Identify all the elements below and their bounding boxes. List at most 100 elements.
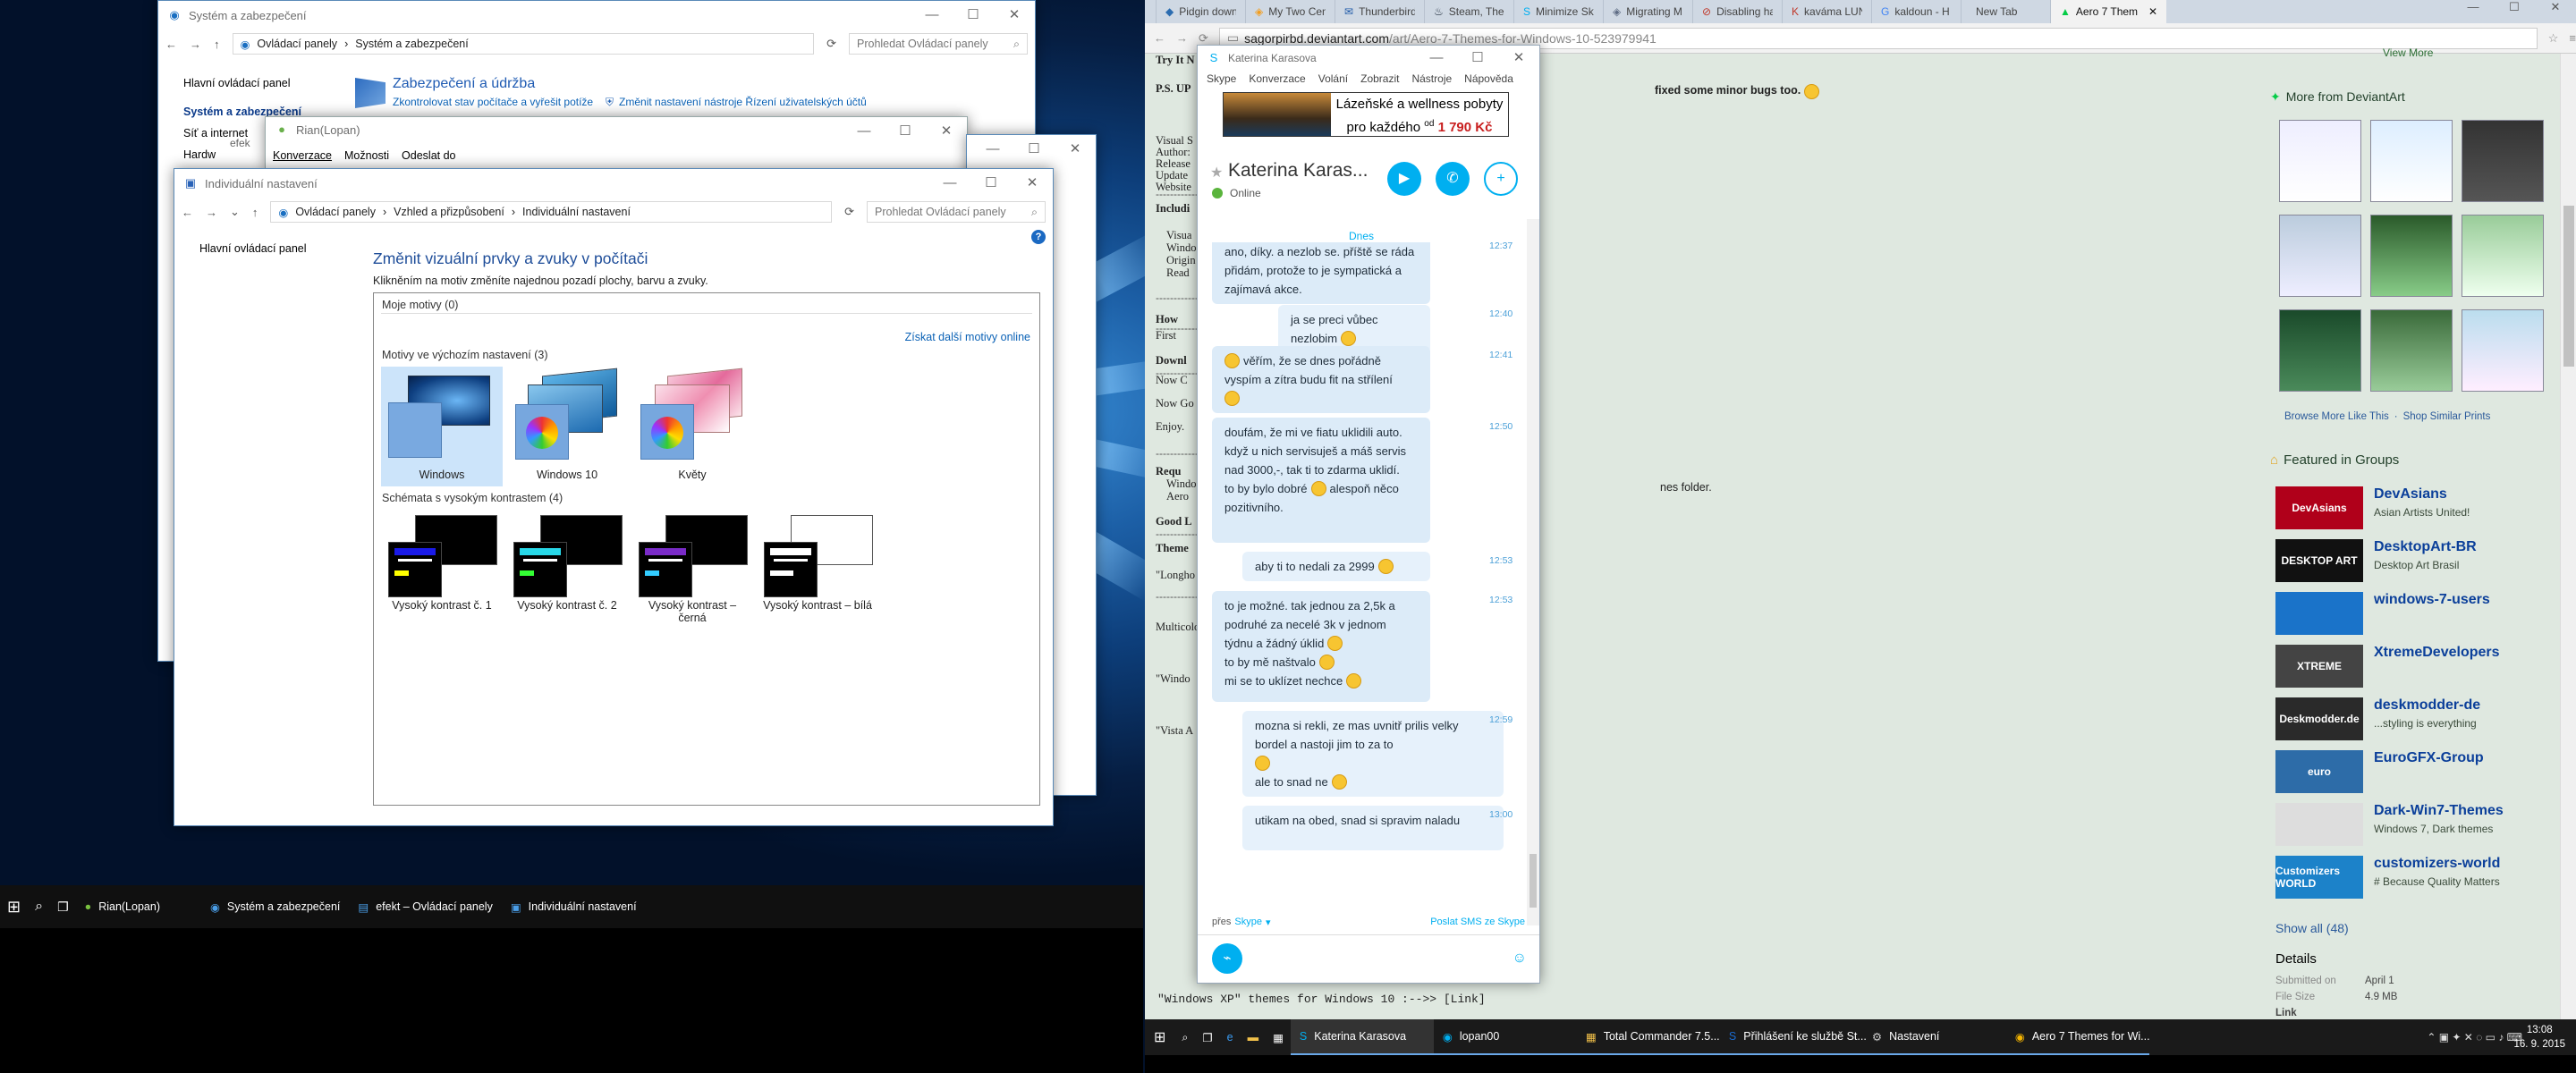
address-bar[interactable]: ◉ Ovládací panely › Systém a zabezpečení	[232, 33, 815, 55]
browser-tab[interactable]: ✉ Thunderbird	[1335, 0, 1424, 23]
taskbar-item-security[interactable]: ◉ Systém a zabezpečení	[201, 885, 349, 928]
reload-icon[interactable]: ⟳	[1199, 31, 1208, 46]
related-deviation-thumbnail[interactable]	[2370, 215, 2453, 297]
show-all-link[interactable]: Show all (48)	[2275, 921, 2349, 935]
emoticon-icon[interactable]: ☺	[1513, 950, 1527, 967]
task-view-icon[interactable]: ❐	[50, 885, 76, 928]
taskbar-item[interactable]: ◉ lopan00	[1433, 1019, 1577, 1055]
taskbar-item[interactable]: ▦ Total Commander 7.5...	[1576, 1019, 1720, 1055]
window-titlebar[interactable]: ▣ Individuální nastavení	[174, 169, 1053, 198]
chat-message[interactable]: ano, díky. a nezlob se. příště se ráda p…	[1212, 242, 1430, 304]
menu-conversation[interactable]: Konverzace	[1249, 72, 1305, 85]
nav-home[interactable]: Hlavní ovládací panel	[183, 72, 301, 94]
message-input[interactable]	[1251, 945, 1493, 972]
call-button[interactable]: ✆	[1436, 162, 1470, 196]
shop-prints-link[interactable]: Shop Similar Prints	[2403, 411, 2491, 422]
group-item[interactable]: Dark-Win7-Themes Windows 7, Dark themes	[2275, 803, 2504, 846]
related-deviation-thumbnail[interactable]	[2370, 120, 2453, 202]
related-deviation-thumbnail[interactable]	[2370, 309, 2453, 392]
video-call-button[interactable]: ▶	[1387, 162, 1421, 196]
group-item[interactable]: Deskmodder.de deskmodder-de ...styling is …	[2275, 697, 2480, 740]
attach-button[interactable]: ⌁	[1212, 943, 1242, 974]
close-button[interactable]: ✕	[926, 117, 967, 144]
address-bar[interactable]: ◉ Ovládací panely › Vzhled a přizpůsobení › I…	[270, 201, 833, 223]
group-item[interactable]: Customizers WORLD customizers-world # Beca…	[2275, 856, 2500, 899]
menu-help[interactable]: Nápověda	[1464, 72, 1513, 85]
close-button[interactable]: ✕	[2535, 0, 2576, 21]
close-button[interactable]: ✕	[1055, 135, 1096, 162]
menu-icon[interactable]: ≡	[2569, 31, 2576, 45]
maximize-button[interactable]: ☐	[970, 169, 1012, 196]
taskbar-item-personalization[interactable]: ▣ Individuální nastavení	[502, 885, 646, 928]
start-button[interactable]: ⊞	[1145, 1019, 1174, 1055]
up-icon[interactable]: ↑	[252, 206, 258, 219]
browser-tab[interactable]: ◆ Pidgin down	[1156, 0, 1245, 23]
back-icon[interactable]: ←	[182, 206, 193, 219]
minimize-button[interactable]: —	[1416, 46, 1457, 69]
chat-message[interactable]: utikam na obed, snad si spravim naladu	[1242, 806, 1504, 850]
chat-message[interactable]: to je možné. tak jednou za 2,5k a podruh…	[1212, 591, 1430, 702]
taskbar-item[interactable]: S Přihlášení ke službě St...	[1719, 1019, 1867, 1055]
minimize-button[interactable]: —	[972, 135, 1013, 162]
related-deviation-thumbnail[interactable]	[2462, 309, 2544, 392]
clock-time[interactable]: 13:08	[2513, 1023, 2565, 1037]
chat-scrollbar[interactable]	[1527, 219, 1539, 925]
group-item[interactable]: DevAsians DevAsians Asian Artists United!	[2275, 486, 2470, 529]
refresh-icon[interactable]: ⟳	[844, 205, 854, 219]
minimize-button[interactable]: —	[929, 169, 970, 196]
theme-kvety[interactable]: Květy	[631, 367, 753, 486]
breadcrumb-item[interactable]: Ovládací panely	[295, 206, 376, 218]
up-icon[interactable]: ↑	[214, 38, 220, 51]
scrollbar[interactable]	[2560, 54, 2576, 1019]
browser-tab[interactable]: New Tab	[1961, 0, 2050, 23]
task-view-icon[interactable]: ❐	[1195, 1019, 1219, 1055]
chat-message[interactable]: mozna si rekli, ze mas uvnitř prilis vel…	[1242, 711, 1504, 797]
taskbar-item-efekt[interactable]: ▤ efekt – Ovládací panely	[349, 885, 501, 928]
browser-tab[interactable]: ♨Steam, The U	[1424, 0, 1513, 23]
browser-tab[interactable]: ▲ Aero 7 Them ✕	[2050, 0, 2166, 23]
menu-skype[interactable]: Skype	[1207, 72, 1236, 85]
browser-tab[interactable]: Gkaldoun - H	[1871, 0, 1961, 23]
theme-high-contrast-2[interactable]: Vysoký kontrast č. 2	[506, 508, 628, 624]
chat-message[interactable]: aby ti to nedali za 2999	[1242, 552, 1430, 581]
menu-view[interactable]: Zobrazit	[1360, 72, 1399, 85]
category-title[interactable]: Zabezpečení a údržba	[393, 76, 593, 92]
star-icon[interactable]: ☆	[2548, 31, 2559, 46]
search-input[interactable]: Prohledat Ovládací panely ⌕	[849, 33, 1028, 55]
taskbar-item[interactable]: ◉ Aero 7 Themes for Wi...	[2005, 1019, 2150, 1055]
browser-tab[interactable]: ⊘Disabling har	[1692, 0, 1782, 23]
back-icon[interactable]: ←	[165, 38, 177, 51]
refresh-icon[interactable]: ⟳	[826, 37, 836, 51]
category-link[interactable]: Změnit nastavení nástroje Řízení uživate…	[619, 96, 867, 109]
related-deviation-thumbnail[interactable]	[2462, 215, 2544, 297]
dropdown-icon[interactable]: ⌄	[230, 205, 240, 219]
chat-message[interactable]: věřím, že se dnes pořádně vyspím a zítra…	[1212, 346, 1430, 413]
menu-options[interactable]: Možnosti	[344, 149, 389, 162]
get-themes-online-link[interactable]: Získat další motivy online	[905, 331, 1030, 343]
close-button[interactable]: ✕	[1498, 46, 1539, 69]
menu-send-to[interactable]: Odeslat do	[402, 149, 455, 162]
breadcrumb-item[interactable]: Ovládací panely	[257, 38, 337, 50]
theme-high-contrast-black[interactable]: Vysoký kontrast – černá	[631, 508, 753, 624]
help-icon[interactable]: ?	[1031, 230, 1046, 244]
scrollbar-thumb[interactable]	[1530, 854, 1537, 908]
breadcrumb-item[interactable]: Systém a zabezpečení	[355, 38, 468, 50]
explorer-icon[interactable]: ▬	[1241, 1019, 1267, 1055]
pidgin-sub-tab[interactable]: efek	[230, 137, 250, 149]
close-button[interactable]: ✕	[994, 1, 1035, 28]
search-icon[interactable]: ⌕	[1174, 1019, 1195, 1055]
store-icon[interactable]: ▦	[1266, 1019, 1291, 1055]
forward-icon[interactable]: →	[1176, 31, 1188, 45]
browser-tab[interactable]: Kkaváma LUN	[1782, 0, 1871, 23]
minimize-button[interactable]: —	[911, 1, 953, 28]
edge-icon[interactable]: e	[1220, 1019, 1241, 1055]
browser-tab[interactable]: ◈ My Two Cen	[1245, 0, 1335, 23]
favorite-icon[interactable]: ★	[1210, 164, 1223, 182]
group-item[interactable]: euro EuroGFX-Group	[2275, 750, 2484, 793]
ad-banner[interactable]: Lázeňské a wellness pobyty pro každého o…	[1223, 92, 1509, 137]
maximize-button[interactable]: ☐	[953, 1, 994, 28]
via-dropdown[interactable]: Skype	[1234, 917, 1262, 928]
tab-close-icon[interactable]: ✕	[2148, 5, 2157, 18]
browser-tab[interactable]: ◈ Migrating M	[1603, 0, 1692, 23]
contact-name[interactable]: Katerina Karas...	[1228, 160, 1368, 182]
